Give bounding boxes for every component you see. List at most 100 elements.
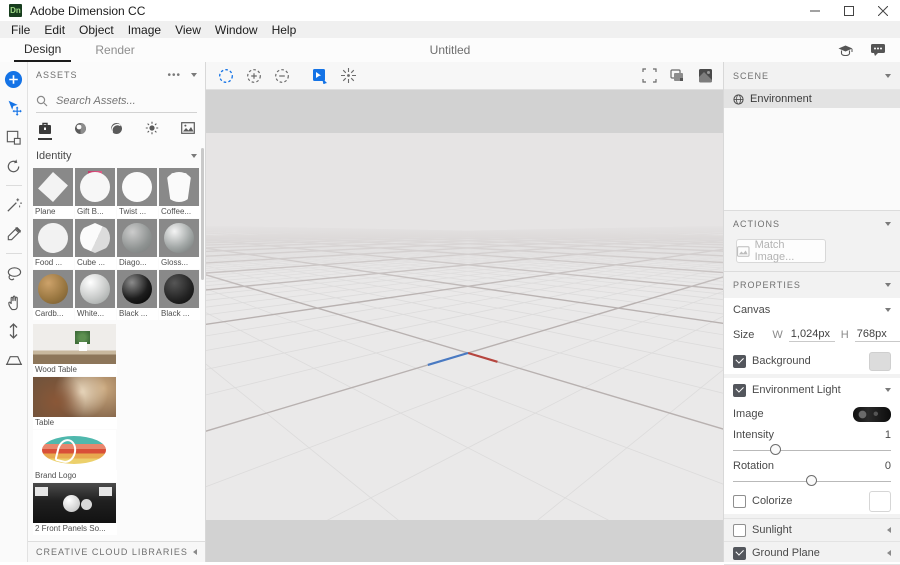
menu-window[interactable]: Window bbox=[208, 23, 265, 37]
asset-thumbnail[interactable]: 2 Front Panels So... bbox=[33, 483, 117, 535]
asset-art bbox=[33, 219, 73, 257]
viewport-3d-scene[interactable] bbox=[206, 90, 723, 562]
intensity-row: Intensity 1 bbox=[724, 426, 900, 444]
eyedropper-icon[interactable] bbox=[3, 223, 25, 245]
asset-label: Plane bbox=[33, 206, 74, 218]
asset-thumbnail[interactable]: Coffee... bbox=[159, 168, 200, 218]
rotation-slider[interactable] bbox=[733, 475, 891, 488]
menu-file[interactable]: File bbox=[4, 23, 37, 37]
colorize-color-swatch[interactable] bbox=[869, 491, 891, 512]
menu-view[interactable]: View bbox=[168, 23, 208, 37]
viewport-toolbar bbox=[206, 62, 723, 90]
lasso-icon[interactable] bbox=[3, 262, 25, 284]
assets-scrollbar[interactable] bbox=[201, 148, 204, 280]
search-input[interactable] bbox=[54, 94, 188, 108]
asset-thumbnail[interactable]: Cardb... bbox=[33, 270, 74, 320]
menu-image[interactable]: Image bbox=[121, 23, 168, 37]
horizon-icon[interactable] bbox=[3, 349, 25, 371]
menu-object[interactable]: Object bbox=[72, 23, 121, 37]
panel-menu-icon[interactable]: ••• bbox=[167, 70, 181, 81]
asset-thumbnail[interactable]: Black ... bbox=[159, 270, 200, 320]
colorize-checkbox[interactable] bbox=[733, 495, 746, 508]
asset-thumbnail[interactable]: Cube ... bbox=[75, 219, 116, 269]
close-button[interactable] bbox=[866, 0, 900, 21]
chevron-down-icon[interactable] bbox=[191, 73, 197, 77]
fullscreen-icon[interactable] bbox=[635, 62, 663, 90]
menu-edit[interactable]: Edit bbox=[37, 23, 72, 37]
marquee-subtract-icon[interactable] bbox=[268, 62, 296, 90]
canvas-section-header[interactable]: Canvas bbox=[724, 298, 900, 322]
ground-plane-checkbox[interactable] bbox=[733, 547, 746, 560]
height-input[interactable]: 768px bbox=[855, 328, 900, 342]
hand-pan-icon[interactable] bbox=[3, 291, 25, 313]
scene-tree-area[interactable] bbox=[724, 108, 900, 211]
scene-item-environment[interactable]: Environment bbox=[724, 90, 900, 108]
select-scale-icon[interactable] bbox=[3, 126, 25, 148]
asset-label: Black ... bbox=[159, 308, 200, 320]
viewport bbox=[206, 62, 723, 562]
search-field[interactable] bbox=[36, 90, 197, 113]
learn-icon[interactable] bbox=[837, 43, 854, 58]
scene-panel-header[interactable]: SCENE bbox=[724, 62, 900, 90]
select-move-icon[interactable] bbox=[3, 97, 25, 119]
asset-thumbnail[interactable]: Plane bbox=[33, 168, 74, 218]
rotation-value[interactable]: 0 bbox=[885, 460, 891, 472]
intensity-slider[interactable] bbox=[733, 444, 891, 457]
section-identity[interactable]: Identity bbox=[28, 140, 205, 168]
tab-design[interactable]: Design bbox=[14, 38, 71, 62]
asset-label: Brand Logo bbox=[33, 470, 117, 482]
asset-thumbnail[interactable]: Table bbox=[33, 377, 117, 429]
identity-wide-grid: Wood Table Table Brand Logo2 Front Panels … bbox=[28, 324, 205, 535]
camera-bookmarks-icon[interactable] bbox=[663, 62, 691, 90]
background-color-swatch[interactable] bbox=[869, 352, 891, 371]
category-graphics-icon[interactable] bbox=[110, 122, 124, 140]
intensity-value[interactable]: 1 bbox=[885, 429, 891, 441]
asset-thumbnail[interactable]: Brand Logo bbox=[33, 430, 117, 482]
asset-label: Cardb... bbox=[33, 308, 74, 320]
select-rotate-icon[interactable] bbox=[3, 155, 25, 177]
category-models-icon[interactable] bbox=[38, 122, 52, 140]
intensity-slider-thumb[interactable] bbox=[770, 444, 781, 455]
asset-thumbnail[interactable]: Wood Table bbox=[33, 324, 117, 376]
asset-thumbnail[interactable]: Gift B... bbox=[75, 168, 116, 218]
canvas-properties-card: Canvas Size W 1,024px H 768px Background bbox=[724, 298, 900, 374]
category-images-icon[interactable] bbox=[181, 122, 195, 139]
category-lights-icon[interactable] bbox=[145, 121, 159, 140]
asset-thumbnail[interactable]: Diago... bbox=[117, 219, 158, 269]
frame-selection-icon[interactable] bbox=[306, 62, 334, 90]
render-preview-icon[interactable] bbox=[691, 62, 719, 90]
chevron-down-icon bbox=[885, 283, 891, 287]
rotation-slider-thumb[interactable] bbox=[806, 475, 817, 486]
asset-thumbnail[interactable]: Black ... bbox=[117, 270, 158, 320]
background-checkbox[interactable] bbox=[733, 355, 746, 368]
snap-icon[interactable] bbox=[334, 62, 362, 90]
category-materials-icon[interactable] bbox=[74, 122, 88, 140]
maximize-button[interactable] bbox=[832, 0, 866, 21]
menu-help[interactable]: Help bbox=[265, 23, 304, 37]
magic-wand-icon[interactable] bbox=[3, 194, 25, 216]
sunlight-checkbox[interactable] bbox=[733, 524, 746, 537]
sunlight-row[interactable]: Sunlight bbox=[724, 518, 900, 542]
environment-image-thumbnail[interactable] bbox=[853, 407, 891, 422]
marquee-add-icon[interactable] bbox=[240, 62, 268, 90]
minimize-button[interactable] bbox=[798, 0, 832, 21]
asset-thumbnail[interactable]: Gloss... bbox=[159, 219, 200, 269]
environment-light-header[interactable]: Environment Light bbox=[724, 378, 900, 402]
environment-light-card: Environment Light Image Intensity 1 Rota… bbox=[724, 378, 900, 514]
tab-render[interactable]: Render bbox=[85, 38, 144, 62]
asset-label: Table bbox=[33, 417, 117, 429]
creative-cloud-libraries-bar[interactable]: CREATIVE CLOUD LIBRARIES bbox=[28, 541, 205, 562]
actions-panel-header[interactable]: ACTIONS bbox=[724, 211, 900, 237]
add-content-icon[interactable] bbox=[3, 68, 25, 90]
width-input[interactable]: 1,024px bbox=[789, 328, 835, 342]
asset-label: Wood Table bbox=[33, 364, 117, 376]
asset-thumbnail[interactable]: Twist ... bbox=[117, 168, 158, 218]
feedback-icon[interactable] bbox=[870, 43, 886, 58]
environment-light-checkbox[interactable] bbox=[733, 384, 746, 397]
match-image-button[interactable]: Match Image... bbox=[736, 239, 826, 263]
asset-thumbnail[interactable]: White... bbox=[75, 270, 116, 320]
properties-panel-header[interactable]: PROPERTIES bbox=[724, 272, 900, 298]
dolly-icon[interactable] bbox=[3, 320, 25, 342]
marquee-circle-icon[interactable] bbox=[212, 62, 240, 90]
asset-thumbnail[interactable]: Food ... bbox=[33, 219, 74, 269]
